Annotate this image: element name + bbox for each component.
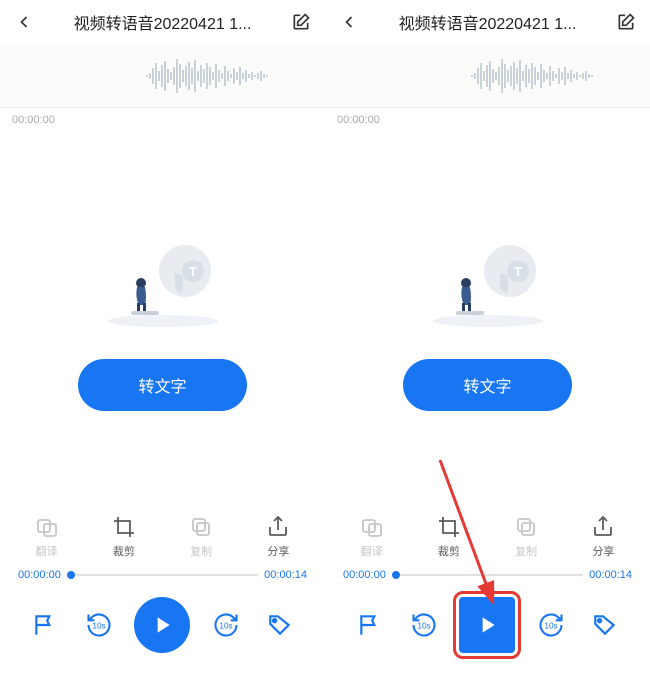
tool-label: 裁剪	[113, 543, 135, 559]
page-title: 视频转语音20220421 1...	[44, 10, 281, 34]
tool-label: 复制	[515, 543, 537, 559]
convert-to-text-button[interactable]: 转文字	[403, 359, 571, 411]
tool-translate[interactable]: 翻译	[17, 515, 77, 559]
timeline[interactable]: 00:00:00 00:00:14	[325, 565, 650, 585]
header: 视频转语音20220421 1...	[325, 0, 650, 44]
back-icon[interactable]	[12, 10, 36, 34]
edit-icon[interactable]	[614, 10, 638, 34]
flag-button[interactable]	[26, 606, 64, 644]
tool-share[interactable]: 分享	[573, 515, 633, 559]
svg-text:T: T	[514, 264, 522, 279]
time-start: 00:00:00	[18, 569, 61, 581]
convert-to-text-button[interactable]: 转文字	[78, 359, 246, 411]
playback-controls: 10s 10s	[0, 585, 325, 673]
forward-10s-button[interactable]: 10s	[532, 606, 570, 644]
tool-label: 裁剪	[438, 543, 460, 559]
forward-10s-icon: 10s	[212, 611, 240, 639]
edit-icon[interactable]	[289, 10, 313, 34]
flag-button[interactable]	[351, 606, 389, 644]
screen-right: 视频转语音20220421 1... 00:00:00 T	[325, 0, 650, 673]
waveform[interactable]	[325, 44, 650, 108]
tool-label: 翻译	[361, 543, 383, 559]
time-end: 00:00:14	[589, 569, 632, 581]
forward-10s-button[interactable]: 10s	[207, 606, 245, 644]
tool-copy[interactable]: 复制	[171, 515, 231, 559]
svg-text:10s: 10s	[219, 622, 232, 631]
timestamp: 00:00:00	[0, 108, 325, 126]
tool-label: 分享	[592, 543, 614, 559]
toolbar: 翻译 裁剪 复制 分享	[0, 505, 325, 565]
translate-icon	[35, 515, 59, 539]
copy-icon	[514, 515, 538, 539]
timeline-track[interactable]	[67, 574, 258, 576]
time-end: 00:00:14	[264, 569, 307, 581]
back-icon[interactable]	[337, 10, 361, 34]
time-start: 00:00:00	[343, 569, 386, 581]
page-title: 视频转语音20220421 1...	[369, 10, 606, 34]
timeline-knob[interactable]	[392, 571, 400, 579]
playback-controls: 10s 10s	[325, 585, 650, 673]
tool-crop[interactable]: 裁剪	[94, 515, 154, 559]
rewind-10s-button[interactable]: 10s	[80, 606, 118, 644]
header: 视频转语音20220421 1...	[0, 0, 325, 44]
copy-icon	[189, 515, 213, 539]
empty-illustration: T	[418, 221, 558, 331]
tool-label: 翻译	[36, 543, 58, 559]
timestamp: 00:00:00	[325, 108, 650, 126]
tag-button[interactable]	[586, 606, 624, 644]
tool-share[interactable]: 分享	[248, 515, 308, 559]
svg-text:T: T	[189, 264, 197, 279]
tag-icon	[592, 612, 618, 638]
play-icon	[474, 612, 500, 638]
tag-button[interactable]	[261, 606, 299, 644]
rewind-10s-icon: 10s	[85, 611, 113, 639]
tool-copy[interactable]: 复制	[496, 515, 556, 559]
tool-crop[interactable]: 裁剪	[419, 515, 479, 559]
screen-left: 视频转语音20220421 1... 00:00:00 T	[0, 0, 325, 673]
crop-icon	[112, 515, 136, 539]
play-button[interactable]	[459, 597, 515, 653]
tag-icon	[267, 612, 293, 638]
flag-icon	[32, 612, 58, 638]
svg-text:10s: 10s	[418, 622, 431, 631]
forward-10s-icon: 10s	[537, 611, 565, 639]
play-icon	[149, 612, 175, 638]
svg-text:10s: 10s	[93, 622, 106, 631]
timeline[interactable]: 00:00:00 00:00:14	[0, 565, 325, 585]
empty-illustration: T	[93, 221, 233, 331]
content-area: T 转文字	[325, 126, 650, 505]
crop-icon	[437, 515, 461, 539]
flag-icon	[357, 612, 383, 638]
share-icon	[266, 515, 290, 539]
share-icon	[591, 515, 615, 539]
svg-text:10s: 10s	[544, 622, 557, 631]
play-button[interactable]	[134, 597, 190, 653]
toolbar: 翻译 裁剪 复制 分享	[325, 505, 650, 565]
tool-label: 分享	[267, 543, 289, 559]
translate-icon	[360, 515, 384, 539]
waveform[interactable]	[0, 44, 325, 108]
rewind-10s-icon: 10s	[410, 611, 438, 639]
content-area: T 转文字	[0, 126, 325, 505]
timeline-knob[interactable]	[67, 571, 75, 579]
tool-label: 复制	[190, 543, 212, 559]
tool-translate[interactable]: 翻译	[342, 515, 402, 559]
timeline-track[interactable]	[392, 574, 583, 576]
rewind-10s-button[interactable]: 10s	[405, 606, 443, 644]
